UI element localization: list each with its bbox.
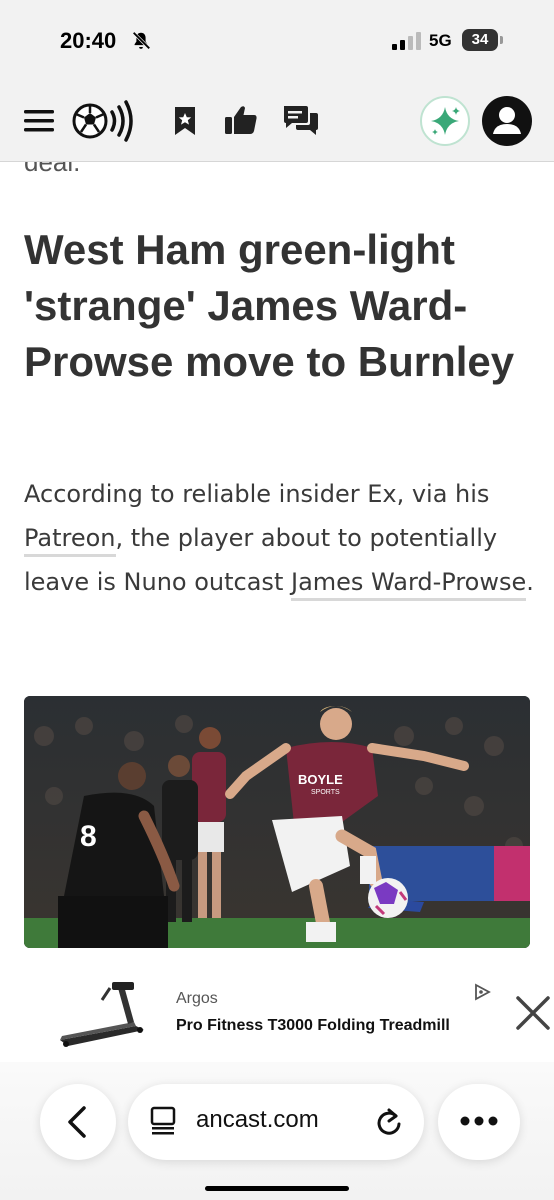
back-icon	[68, 1106, 86, 1138]
ai-assistant-button[interactable]	[420, 96, 470, 146]
home-indicator	[205, 1186, 349, 1191]
battery-icon: 34	[462, 29, 504, 51]
ad-brand: Argos	[176, 990, 218, 1007]
app-header	[0, 82, 554, 162]
jersey-sponsor: BOYLE	[298, 772, 343, 787]
menu-icon[interactable]	[22, 104, 56, 138]
status-time: 20:40	[60, 28, 117, 53]
account-button[interactable]	[482, 96, 532, 146]
sparkle-icon	[431, 107, 460, 135]
clipped-previous-text: deal.	[24, 162, 80, 172]
jersey-sponsor-sub: SPORTS	[311, 789, 340, 796]
ad-title[interactable]: Pro Fitness T3000 Folding Treadmill	[176, 1017, 450, 1035]
reader-mode-icon[interactable]	[150, 1106, 176, 1136]
ad-choices-icon[interactable]	[472, 982, 492, 1002]
status-bar: 20:40 5G 34	[0, 0, 554, 82]
patreon-link[interactable]: Patreon	[24, 524, 116, 557]
article-photo: 8 BOYLE SPORTS	[24, 696, 530, 948]
lede-text: According to reliable insider Ex, via hi…	[24, 480, 490, 508]
more-icon	[460, 1116, 498, 1126]
podcast-logo-icon[interactable]	[70, 96, 136, 146]
article-lede: According to reliable insider Ex, via hi…	[24, 472, 534, 604]
lede-text: .	[526, 568, 534, 596]
comments-icon[interactable]	[282, 104, 320, 138]
signal-icon	[392, 32, 421, 50]
sponsored-ad[interactable]: Argos Pro Fitness T3000 Folding Treadmil…	[22, 976, 510, 1056]
bookmark-icon[interactable]	[172, 106, 198, 136]
user-icon	[493, 107, 521, 134]
article-headline: West Ham green-light 'strange' James War…	[24, 226, 515, 385]
address-bar[interactable]: ancast.com	[128, 1084, 424, 1160]
more-button[interactable]	[438, 1084, 520, 1160]
reload-icon[interactable]	[374, 1106, 404, 1138]
bell-off-icon	[132, 31, 151, 50]
treadmill-image	[52, 978, 156, 1052]
football-match-photo: 8 BOYLE SPORTS	[24, 696, 530, 948]
battery-level: 34	[471, 31, 489, 48]
browser-toolbar: ancast.com	[0, 1062, 554, 1200]
network-label: 5G	[429, 31, 452, 50]
player-link[interactable]: James Ward-Prowse	[290, 568, 527, 601]
player-number: 8	[80, 820, 97, 853]
close-icon[interactable]	[514, 994, 552, 1032]
url-text[interactable]: ancast.com	[196, 1106, 319, 1134]
back-button[interactable]	[40, 1084, 116, 1160]
thumbs-up-icon[interactable]	[224, 104, 258, 136]
